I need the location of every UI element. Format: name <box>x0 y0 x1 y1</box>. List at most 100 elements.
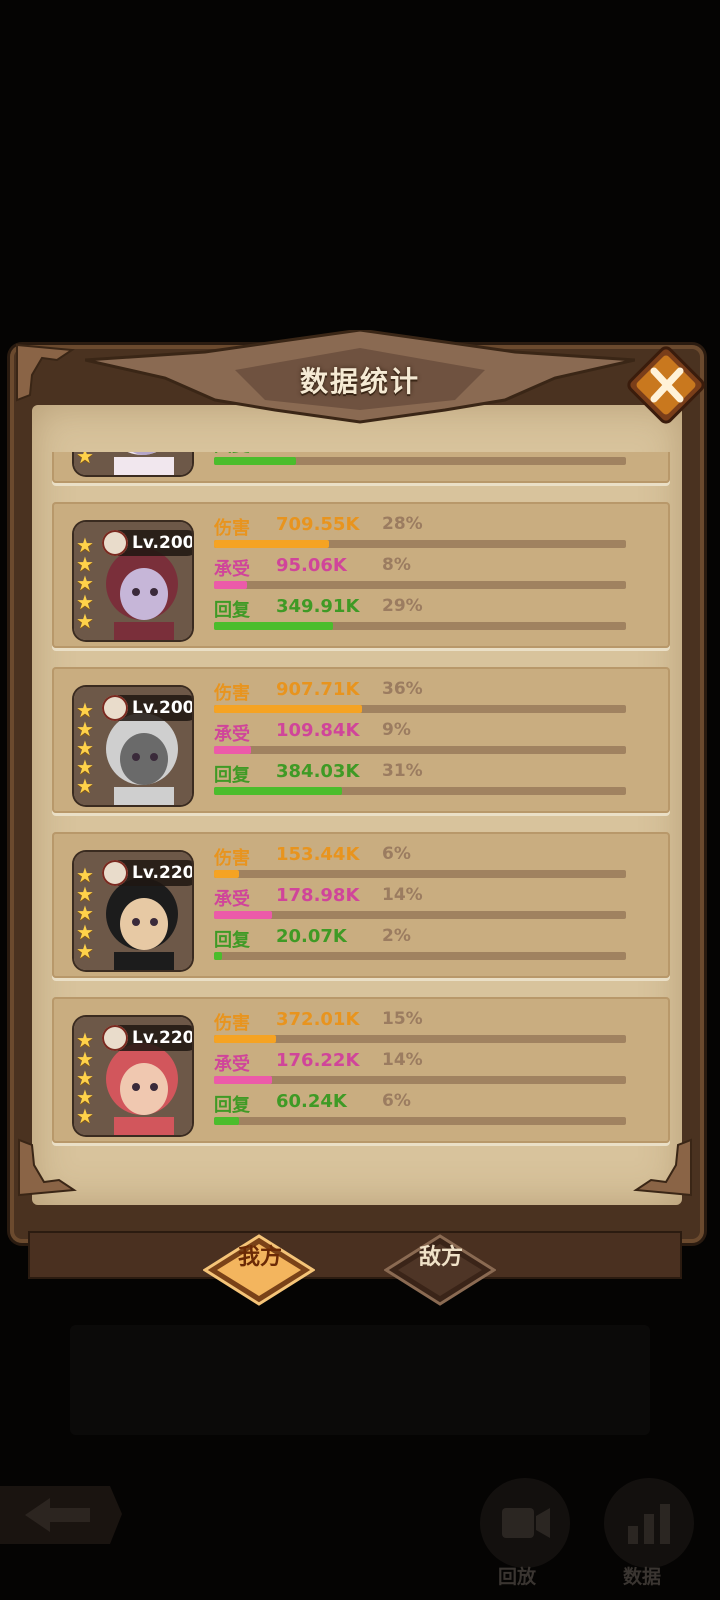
stat-percent: 6% <box>382 844 411 864</box>
stat-percent: 36% <box>382 679 423 699</box>
stat-line: 承受 95.06K 8% <box>214 555 644 595</box>
stat-value: 20.07K <box>276 926 347 947</box>
stat-label: 伤害 <box>214 848 250 869</box>
tab-bar <box>30 1233 680 1277</box>
stat-percent: 15% <box>382 1009 423 1029</box>
stat-value: 349.91K <box>276 596 360 617</box>
panel-title: 数据统计 <box>299 365 420 398</box>
stat-bar-track <box>214 870 626 878</box>
star-icon: ★ <box>76 1104 94 1128</box>
replay-label: 回放 <box>498 1566 537 1588</box>
stat-bar-track <box>214 457 626 465</box>
stat-bar-track <box>214 787 626 795</box>
stat-bar-fill <box>214 911 272 919</box>
stat-value: 384.03K <box>276 761 360 782</box>
stat-line: 回复 60.24K 6% <box>214 1091 644 1131</box>
stat-line: 伤害 153.44K 6% <box>214 844 644 884</box>
hero-class-icon <box>102 530 128 556</box>
hero-row: ★ ★ ★ ★ ★ Lv.220 伤害 372.01K 15% 承受 176.22K 14% 回复 60.… <box>52 997 670 1143</box>
stat-bar-fill <box>214 746 251 754</box>
stat-bar-fill <box>214 870 239 878</box>
stat-percent: 8% <box>382 555 411 575</box>
tab-ours[interactable]: 我方 <box>185 1222 335 1306</box>
stat-line: 回复 20.07K 2% <box>214 926 644 966</box>
hero-row: ★ ★ ★ ★ ★ Lv.200 伤害 709.55K 28% 承受 95.06K 8% 回复 349.9… <box>52 502 670 648</box>
stat-bar-track <box>214 911 626 919</box>
tab-enemy-label: 敌方 <box>418 1245 463 1270</box>
hero-row: ★ ★ ★ ★ ★ Lv.200 伤害 907.71K 36% 承受 109.84K 9% 回复 384.… <box>52 667 670 813</box>
stat-bar-track <box>214 1035 626 1043</box>
star-icon: ★ <box>76 939 94 963</box>
stat-value: 372.01K <box>276 1009 360 1030</box>
stat-line: 承受 109.84K 9% <box>214 720 644 760</box>
stat-label: 回复 <box>214 930 250 951</box>
stat-value: 95.06K <box>276 555 347 576</box>
level-text: Lv.200 <box>132 533 192 553</box>
stat-line: 承受 176.22K 14% <box>214 1050 644 1090</box>
data-label: 数据 <box>623 1566 662 1588</box>
stat-bar-track <box>214 622 626 630</box>
level-text: Lv.220 <box>132 863 192 883</box>
stat-percent: 29% <box>382 596 423 616</box>
stat-value: 178.98K <box>276 885 360 906</box>
stat-bar-fill <box>214 581 247 589</box>
stat-bar-track <box>214 746 626 754</box>
tab-ours-label: 我方 <box>237 1245 282 1270</box>
stat-label: 伤害 <box>214 1013 250 1034</box>
hero-portrait[interactable]: ★ ★ ★ ★ ★ Lv.200 <box>74 522 192 640</box>
stat-percent: 14% <box>382 1050 423 1070</box>
hero-stats-list[interactable]: ★★★★★承受367.80K31%回复246.28K20%★★★★★Lv.200… <box>52 452 670 1164</box>
star-rating: ★★★★★ <box>76 535 98 631</box>
stat-line: 伤害 372.01K 15% <box>214 1009 644 1049</box>
stat-percent: 6% <box>382 1091 411 1111</box>
stat-bar-fill <box>214 457 296 465</box>
stat-label: 回复 <box>214 600 250 621</box>
star-rating: ★★★★★ <box>76 865 98 963</box>
hero-portrait[interactable]: ★ ★ ★ ★ ★ Lv.220 <box>74 852 192 970</box>
stat-value: 709.55K <box>276 514 360 535</box>
hero-class-icon <box>102 860 128 886</box>
hero-portrait[interactable]: ★ ★ ★ ★ ★ Lv.200 <box>74 687 192 805</box>
stat-bar-track <box>214 705 626 713</box>
stat-bar-fill <box>214 1117 239 1125</box>
star-rating: ★★★★★ <box>76 1030 98 1128</box>
stat-label: 承受 <box>214 889 250 910</box>
stat-line: 回复 384.03K 31% <box>214 761 644 801</box>
stat-bar-fill <box>214 1076 272 1084</box>
stat-label: 承受 <box>214 559 250 580</box>
stat-line: 伤害 907.71K 36% <box>214 679 644 719</box>
stat-bar-track <box>214 581 626 589</box>
data-button[interactable] <box>604 1478 694 1568</box>
star-rating: ★★★★★ <box>76 452 98 466</box>
stat-value: 109.84K <box>276 720 360 741</box>
tab-enemy[interactable]: 敌方 <box>366 1222 516 1306</box>
replay-button[interactable] <box>480 1478 570 1568</box>
stat-value: 176.22K <box>276 1050 360 1071</box>
level-badge: Lv.200 <box>102 695 192 721</box>
stat-percent: 14% <box>382 885 423 905</box>
level-text: Lv.200 <box>132 698 192 718</box>
close-button[interactable] <box>624 343 708 427</box>
stat-percent: 2% <box>382 926 411 946</box>
hero-row: ★ ★ ★ ★ ★ Lv.220 伤害 153.44K 6% 承受 178.98K 14% 回复 20.0… <box>52 832 670 978</box>
stat-bar-fill <box>214 622 333 630</box>
stat-label: 承受 <box>214 1054 250 1075</box>
stat-bar-fill <box>214 1035 276 1043</box>
stat-percent: 28% <box>382 514 423 534</box>
stat-label: 承受 <box>214 724 250 745</box>
back-button[interactable] <box>0 1478 126 1552</box>
hero-row: ★★★★★承受367.80K31%回复246.28K20% <box>52 452 670 483</box>
stat-bar-fill <box>214 787 342 795</box>
stat-percent: 9% <box>382 720 411 740</box>
stat-label: 回复 <box>214 1095 250 1116</box>
stat-bar-track <box>214 1076 626 1084</box>
hero-class-icon <box>102 695 128 721</box>
level-badge: Lv.220 <box>102 860 192 886</box>
stat-line: 回复 349.91K 29% <box>214 596 644 636</box>
level-text: Lv.220 <box>132 1028 192 1048</box>
level-badge: Lv.220 <box>102 1025 192 1051</box>
hero-portrait[interactable]: ★ ★ ★ ★ ★ Lv.220 <box>74 1017 192 1135</box>
star-rating: ★★★★★ <box>76 700 98 796</box>
hero-portrait[interactable]: ★★★★★ <box>74 452 192 475</box>
stat-bar-track <box>214 952 626 960</box>
